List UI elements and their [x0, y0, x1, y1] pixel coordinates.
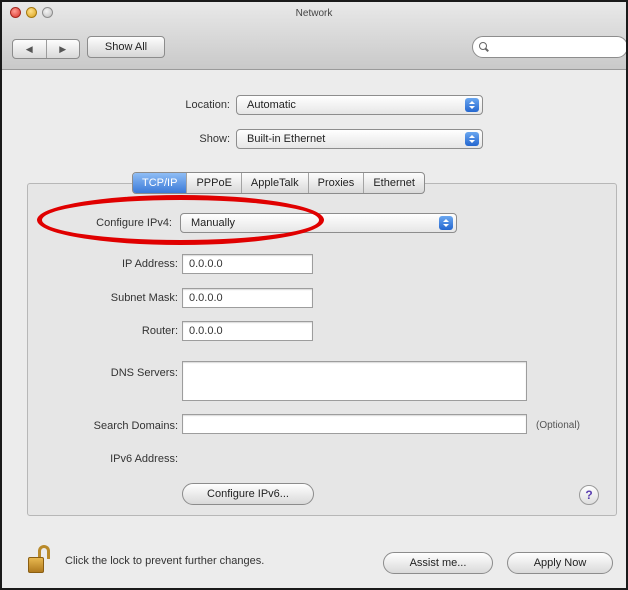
tab-bar: TCP/IP PPPoE AppleTalk Proxies Ethernet: [132, 172, 425, 194]
location-label: Location:: [185, 99, 230, 111]
search-domains-field[interactable]: [182, 414, 527, 434]
subnet-mask-field[interactable]: 0.0.0.0: [182, 288, 313, 308]
apply-now-button[interactable]: Apply Now: [507, 552, 613, 574]
lock-description: Click the lock to prevent further change…: [65, 555, 265, 567]
tab-pppoe[interactable]: PPPoE: [186, 173, 240, 193]
search-input[interactable]: [493, 41, 626, 53]
ipv6-address-label: IPv6 Address:: [110, 453, 178, 465]
tab-proxies[interactable]: Proxies: [307, 173, 364, 193]
network-preferences-window: Network ◀ ▶ Show All Location: Automatic…: [0, 0, 628, 590]
search-icon: [479, 42, 489, 52]
dns-servers-field[interactable]: [182, 361, 527, 401]
show-popup[interactable]: Built-in Ethernet: [236, 129, 483, 149]
ip-address-field[interactable]: 0.0.0.0: [182, 254, 313, 274]
location-popup[interactable]: Automatic: [236, 95, 483, 115]
tab-appletalk[interactable]: AppleTalk: [240, 173, 308, 193]
tab-ethernet[interactable]: Ethernet: [363, 173, 424, 193]
router-field[interactable]: 0.0.0.0: [182, 321, 313, 341]
configure-ipv4-label: Configure IPv4:: [96, 217, 172, 229]
configure-ipv6-button[interactable]: Configure IPv6...: [182, 483, 314, 505]
show-value: Built-in Ethernet: [247, 133, 326, 145]
popup-arrows-icon: [439, 216, 453, 230]
back-icon[interactable]: ◀: [13, 40, 46, 58]
subnet-mask-label: Subnet Mask:: [110, 292, 178, 304]
back-forward-control: ◀ ▶: [12, 39, 80, 59]
popup-arrows-icon: [465, 132, 479, 146]
ip-address-label: IP Address:: [121, 258, 178, 270]
location-value: Automatic: [247, 99, 296, 111]
configure-ipv4-value: Manually: [191, 217, 236, 229]
router-label: Router:: [141, 325, 178, 337]
forward-icon[interactable]: ▶: [45, 40, 80, 58]
popup-arrows-icon: [465, 98, 479, 112]
search-field[interactable]: [472, 36, 626, 58]
dns-servers-label: DNS Servers:: [110, 367, 178, 379]
search-domains-label: Search Domains:: [93, 420, 178, 432]
window-title: Network: [295, 8, 333, 19]
lock-icon[interactable]: [26, 545, 54, 575]
show-label: Show:: [199, 133, 230, 145]
show-all-button[interactable]: Show All: [87, 36, 165, 58]
tab-tcpip[interactable]: TCP/IP: [133, 173, 187, 193]
configure-ipv4-popup[interactable]: Manually: [180, 213, 457, 233]
assist-me-button[interactable]: Assist me...: [383, 552, 493, 574]
optional-label: (Optional): [536, 420, 580, 431]
help-icon[interactable]: ?: [579, 485, 599, 505]
title-bar: Network ◀ ▶ Show All: [2, 2, 626, 70]
